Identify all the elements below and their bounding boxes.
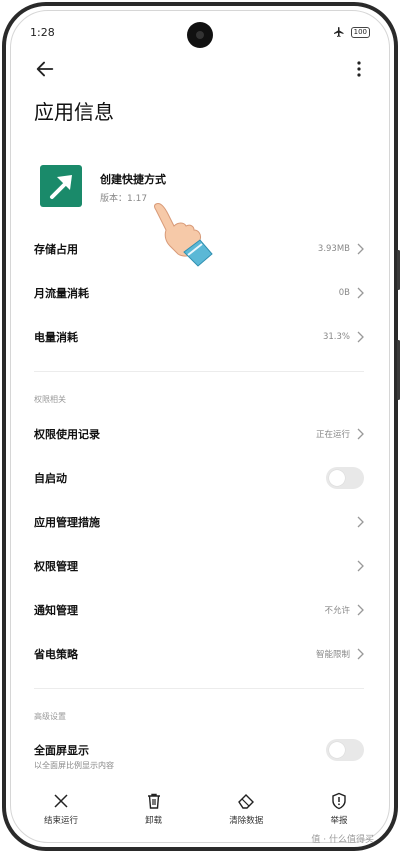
permission-management-row[interactable]: 权限管理	[34, 554, 364, 578]
row-value: 智能限制	[315, 650, 350, 660]
clear-data-button[interactable]: 清除数据	[215, 792, 277, 832]
shortcut-arrow-icon	[50, 175, 72, 199]
row-value: 3.93MB	[317, 244, 350, 254]
row-label: 应用管理措施	[34, 516, 100, 529]
row-value: 不允许	[324, 606, 350, 616]
row-label: 电量消耗	[34, 331, 78, 344]
section-label-advanced: 高级设置	[34, 712, 66, 721]
row-label: 省电策略	[34, 648, 78, 661]
row-value: 正在运行	[315, 430, 350, 440]
chevron-right-icon	[357, 331, 364, 343]
permission-usage-record-row[interactable]: 权限使用记录 正在运行	[34, 422, 364, 446]
page-title: 应用信息	[34, 100, 114, 124]
chevron-right-icon	[357, 287, 364, 299]
app-name: 创建快捷方式	[100, 173, 166, 186]
row-value: 31.3%	[322, 332, 350, 342]
row-label: 月流量消耗	[34, 287, 89, 300]
divider	[34, 688, 364, 689]
fullscreen-toggle[interactable]	[326, 739, 364, 761]
row-value: 0B	[338, 288, 350, 298]
chevron-right-icon	[357, 243, 364, 255]
row-label: 权限使用记录	[34, 428, 100, 441]
bottom-action-bar: 结束运行 卸载 清除数据 举报	[30, 792, 370, 832]
chevron-right-icon	[357, 648, 364, 660]
autostart-row: 自启动	[34, 466, 364, 490]
eraser-icon	[238, 794, 255, 809]
force-stop-button[interactable]: 结束运行	[30, 792, 92, 832]
chevron-right-icon	[357, 516, 364, 528]
fullscreen-subtitle: 以全面屏比例显示内容	[34, 761, 114, 770]
uninstall-button[interactable]: 卸载	[123, 792, 185, 832]
trash-icon	[147, 793, 160, 809]
battery-indicator: 100	[350, 26, 370, 38]
row-label: 权限管理	[34, 560, 78, 573]
status-time: 1:28	[30, 25, 55, 39]
divider	[34, 371, 364, 372]
chevron-right-icon	[357, 604, 364, 616]
shield-alert-icon	[332, 792, 346, 810]
app-icon	[40, 165, 82, 207]
notification-management-row[interactable]: 通知管理 不允许	[34, 598, 364, 622]
autostart-toggle[interactable]	[326, 467, 364, 489]
row-label: 自启动	[34, 472, 67, 485]
monthly-data-row[interactable]: 月流量消耗 0B	[34, 281, 364, 305]
app-management-row[interactable]: 应用管理措施	[34, 510, 364, 534]
row-label: 通知管理	[34, 604, 78, 617]
chevron-right-icon	[357, 428, 364, 440]
row-label: 存储占用	[34, 243, 78, 256]
report-button[interactable]: 举报	[308, 792, 370, 832]
front-camera	[187, 22, 213, 48]
section-label-permissions: 权限相关	[34, 395, 66, 404]
back-arrow-icon[interactable]	[34, 58, 56, 80]
airplane-icon	[333, 27, 344, 37]
watermark: 值 · 什么值得买	[311, 835, 374, 845]
fullscreen-display-row: 全面屏显示	[34, 738, 364, 762]
app-version: 版本：1.17	[100, 194, 148, 204]
chevron-right-icon	[357, 560, 364, 572]
row-label: 全面屏显示	[34, 744, 89, 757]
close-icon	[54, 794, 68, 808]
power-saving-row[interactable]: 省电策略 智能限制	[34, 642, 364, 666]
battery-usage-row[interactable]: 电量消耗 31.3%	[34, 325, 364, 349]
more-vertical-icon[interactable]	[354, 58, 364, 80]
storage-usage-row[interactable]: 存储占用 3.93MB	[34, 237, 364, 261]
